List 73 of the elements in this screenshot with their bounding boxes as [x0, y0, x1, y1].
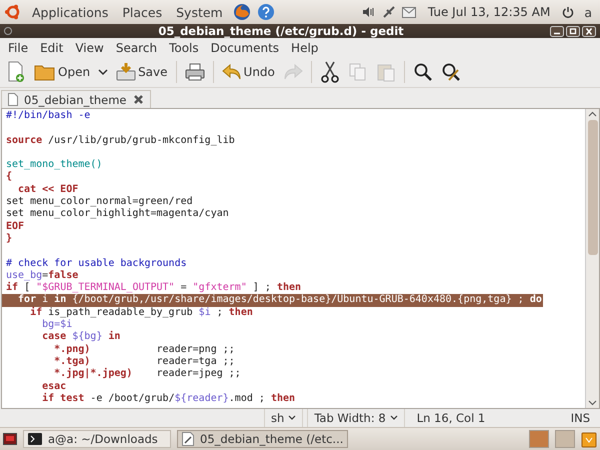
code-line: if [ "$GRUB_TERMINAL_OUTPUT" = "gfxterm" ] ; then: [5, 282, 302, 294]
maximize-icon[interactable]: [566, 26, 580, 36]
new-document-icon[interactable]: [6, 61, 26, 83]
curved-arrow-icon: [222, 63, 242, 81]
scissors-icon[interactable]: [320, 61, 340, 83]
search-replace-icon[interactable]: [440, 62, 461, 82]
panel-menu[interactable]: System: [172, 4, 227, 20]
code-line: use_bg=false: [5, 270, 80, 282]
window-menu-icon[interactable]: [4, 27, 12, 35]
code-line: if test -e /boot/grub/${reader}.mod ; then: [41, 392, 296, 406]
insert-mode: INS: [570, 411, 590, 425]
taskbar-button[interactable]: a@a: ~/Downloads: [23, 430, 171, 448]
volume-icon[interactable]: [362, 6, 376, 18]
menu-item[interactable]: File: [3, 40, 34, 54]
cursor-position: Ln 16, Col 1: [416, 411, 486, 425]
code-line: set_mono_theme(): [5, 159, 104, 171]
code-line: # check for usable backgrounds: [5, 258, 188, 270]
code-line: set menu_color_highlight=magenta/cyan: [5, 208, 230, 221]
tab-label: 05_debian_theme: [24, 92, 126, 106]
menu-item[interactable]: Tools: [164, 40, 204, 54]
panel-menu[interactable]: Applications: [28, 4, 112, 20]
save-drive-icon: [116, 62, 136, 82]
vertical-scrollbar[interactable]: [585, 109, 599, 408]
search-icon[interactable]: [412, 62, 433, 82]
scroll-up-icon[interactable]: [588, 111, 597, 117]
caret-icon: [288, 415, 296, 421]
menu-item[interactable]: Documents: [206, 40, 284, 54]
code-line: cat << EOF: [17, 184, 80, 196]
scrollbar-thumb[interactable]: [588, 120, 598, 255]
code-line: if is_path_readable_by_grub $i ; then: [29, 306, 254, 319]
folder-icon: [34, 63, 56, 81]
panel-menu[interactable]: Places: [118, 4, 166, 20]
undo-button[interactable]: Undo: [222, 63, 275, 81]
network-icon[interactable]: [382, 5, 396, 19]
code-line: bg=$i: [41, 319, 73, 332]
minimize-icon[interactable]: [550, 26, 564, 36]
code-line: case ${bg} in: [41, 331, 122, 344]
terminal-icon: [28, 433, 42, 445]
code-line: EOF: [5, 220, 26, 233]
menu-item[interactable]: Search: [110, 40, 162, 54]
code-line: {: [5, 171, 14, 184]
browser-globe-icon[interactable]: [232, 3, 251, 21]
mail-icon[interactable]: [402, 6, 416, 18]
workspace-switcher[interactable]: [529, 430, 549, 448]
caret-icon: [390, 415, 398, 421]
document-tab[interactable]: 05_debian_theme: [1, 90, 150, 108]
code-line: *.tga) reader=tga ;;: [53, 356, 236, 368]
code-line: *.png) reader=png ;;: [53, 344, 236, 356]
menu-item[interactable]: Help: [286, 40, 324, 54]
ubuntu-logo-icon[interactable]: [4, 3, 22, 21]
power-icon[interactable]: [562, 6, 574, 18]
code-line: set menu_color_normal=green/red: [5, 196, 194, 208]
document-icon: [8, 93, 18, 106]
help-icon[interactable]: [256, 3, 275, 21]
code-line: esac: [41, 380, 68, 392]
save-button[interactable]: Save: [116, 62, 168, 82]
dropdown-caret-icon[interactable]: [98, 68, 108, 76]
printer-icon[interactable]: [184, 62, 205, 82]
close-icon[interactable]: [132, 94, 144, 105]
workspace-switcher[interactable]: [555, 430, 575, 448]
code-line: #!/bin/bash -e: [5, 110, 92, 122]
taskbar-button[interactable]: 05_debian_theme (/etc...: [177, 430, 348, 448]
open-button[interactable]: Open: [34, 63, 90, 81]
code-line: }: [5, 232, 14, 246]
user-name[interactable]: a: [580, 4, 596, 20]
code-line: *.jpg|*.jpeg) reader=jpeg ;;: [53, 368, 242, 381]
code-line: source /usr/lib/grub/grub-mkconfig_lib: [5, 134, 236, 147]
menu-item[interactable]: Edit: [35, 40, 68, 54]
panel-clock[interactable]: Tue Jul 13, 12:35 AM: [422, 5, 556, 19]
menu-item[interactable]: View: [70, 40, 109, 54]
window-title: 05_debian_theme (/etc/grub.d) - gedit: [157, 24, 405, 38]
scroll-down-icon[interactable]: [588, 400, 597, 406]
pencil-document-icon: [182, 432, 194, 446]
